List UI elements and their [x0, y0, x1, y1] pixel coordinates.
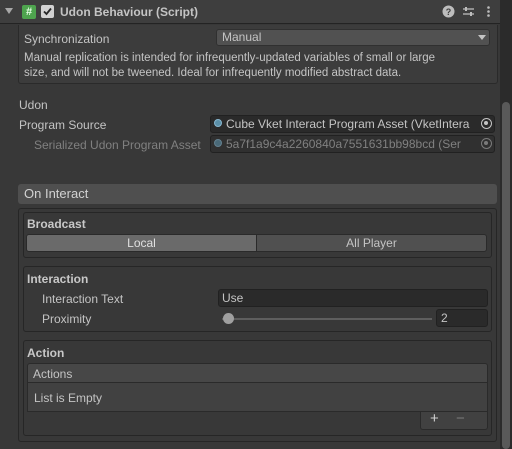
scrollbar-thumb[interactable]: [502, 102, 510, 449]
serialized-asset-value: 5a7f1a9c4a2260840a7551631bb98bcd (Ser: [226, 137, 461, 151]
foldout-arrow-icon[interactable]: [5, 8, 13, 14]
proximity-value: 2: [441, 311, 448, 325]
script-icon: #: [22, 5, 36, 19]
proximity-label: Proximity: [42, 312, 92, 326]
enabled-checkbox[interactable]: [41, 5, 54, 18]
serialized-asset-label: Serialized Udon Program Asset: [34, 138, 201, 152]
checkmark-icon: [43, 7, 52, 16]
interaction-text-input[interactable]: [218, 289, 488, 307]
preset-sliders-icon[interactable]: [461, 5, 475, 19]
list-empty-text: List is Empty: [34, 391, 103, 405]
udon-section-label: Udon: [19, 98, 48, 112]
interaction-text-value: Use: [222, 291, 244, 305]
kebab-menu-icon[interactable]: [481, 5, 495, 19]
udon-asset-icon: [214, 139, 222, 147]
udon-asset-icon: [214, 119, 222, 127]
proximity-slider-track[interactable]: [222, 318, 432, 320]
on-interact-header[interactable]: [18, 184, 497, 204]
sync-description-line2: size, and will not be tweened. Ideal for…: [24, 67, 402, 79]
actions-list-title: Actions: [33, 367, 73, 381]
program-source-value: Cube Vket Interact Program Asset (VketIn…: [226, 117, 470, 131]
help-icon[interactable]: ?: [441, 5, 455, 19]
svg-text:?: ?: [445, 7, 451, 17]
interaction-title: Interaction: [27, 272, 89, 286]
sync-dropdown-value: Manual: [222, 30, 262, 44]
tab-local[interactable]: Local: [26, 234, 257, 252]
tab-all-player[interactable]: All Player: [256, 234, 487, 252]
actions-list-header: [27, 363, 488, 383]
interaction-text-label: Interaction Text: [42, 292, 124, 306]
action-title: Action: [27, 346, 65, 360]
sync-description-line1: Manual replication is intended for infre…: [24, 52, 436, 64]
add-icon[interactable]: +: [430, 411, 439, 426]
object-picker-icon: [481, 138, 492, 149]
chevron-down-icon: [478, 35, 486, 40]
proximity-slider-handle[interactable]: [223, 313, 234, 324]
broadcast-title: Broadcast: [27, 217, 86, 231]
sync-label: Synchronization: [24, 32, 110, 46]
on-interact-title: On Interact: [24, 186, 89, 201]
component-title: Udon Behaviour (Script): [60, 5, 199, 19]
program-source-label: Program Source: [19, 118, 107, 132]
object-picker-icon[interactable]: [481, 118, 492, 129]
remove-icon: −: [456, 410, 465, 427]
